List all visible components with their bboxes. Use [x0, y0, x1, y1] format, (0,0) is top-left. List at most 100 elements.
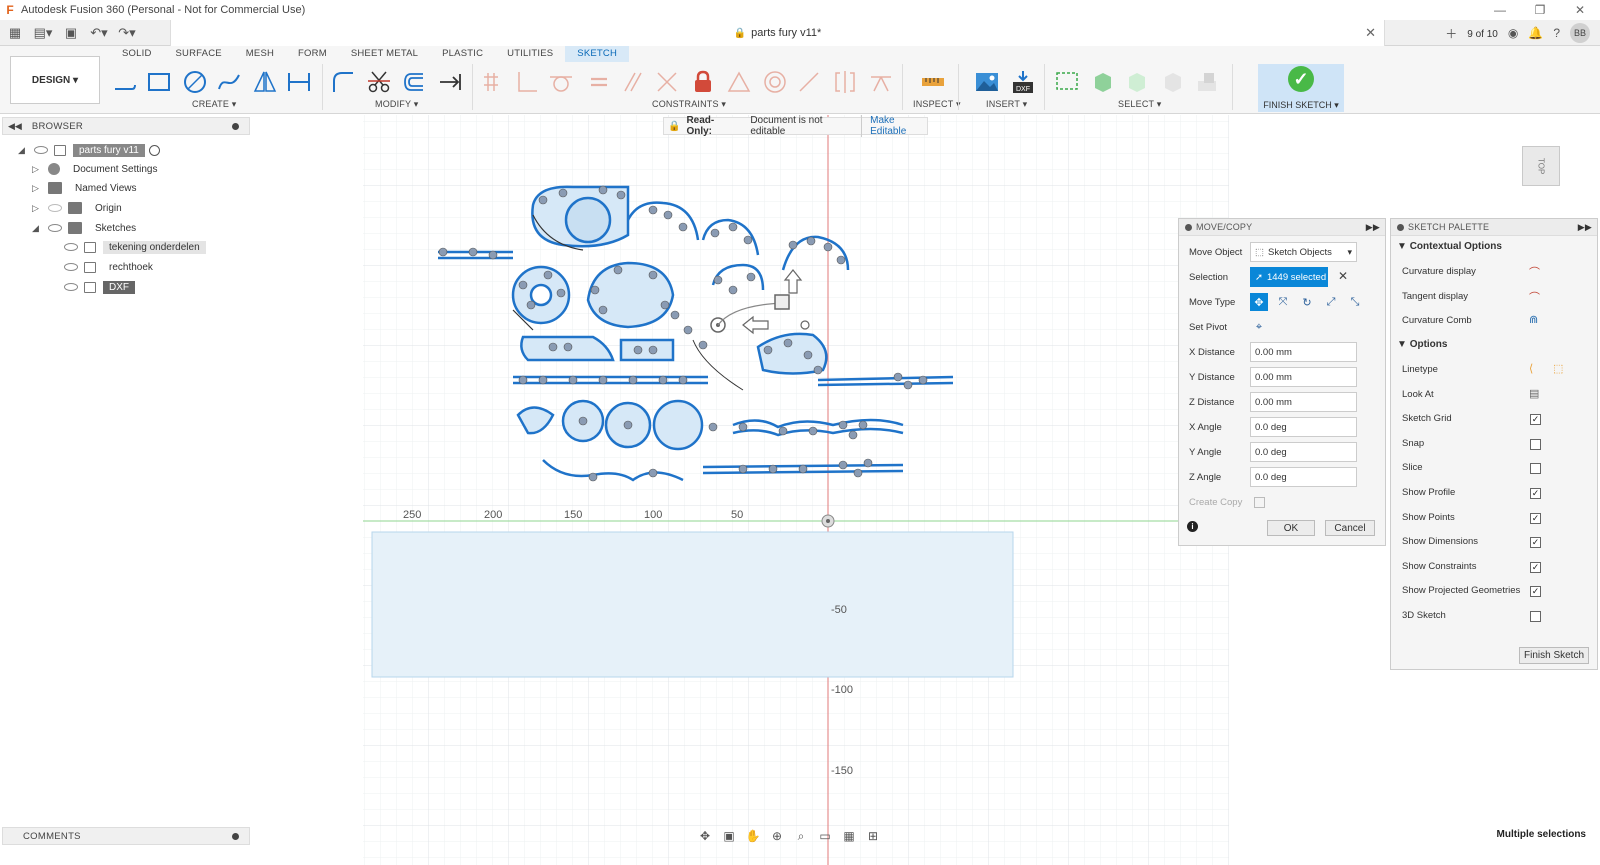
set-pivot-icon[interactable]: ⌖: [1250, 318, 1268, 336]
show-constraints-checkbox[interactable]: ✓: [1530, 562, 1541, 573]
move-object-dropdown[interactable]: ⬚ Sketch Objects: [1250, 242, 1357, 262]
coincident-constraint-icon[interactable]: [512, 68, 542, 96]
options-header[interactable]: ▼ Options: [1397, 339, 1447, 350]
dimension-tool-icon[interactable]: [284, 68, 314, 96]
tangent-display-icon[interactable]: ⌒: [1529, 289, 1540, 305]
tab-mesh[interactable]: MESH: [234, 46, 286, 62]
sketch-grid-checkbox[interactable]: ✓: [1530, 414, 1541, 425]
y-distance-input[interactable]: 0.00 mm: [1250, 367, 1357, 387]
info-icon[interactable]: i: [1187, 521, 1198, 532]
inspect-group-label[interactable]: INSPECT ▾: [913, 99, 961, 110]
visibility-eye-icon[interactable]: [34, 146, 48, 154]
3d-sketch-checkbox[interactable]: [1530, 611, 1541, 622]
offset-tool-icon[interactable]: [399, 68, 429, 96]
viewports-icon[interactable]: ⊞: [863, 829, 883, 843]
visibility-eye-icon[interactable]: [48, 224, 62, 232]
pin-icon[interactable]: [232, 832, 239, 840]
minimize-icon[interactable]: —: [1480, 0, 1520, 20]
workspace-dropdown[interactable]: DESIGN ▾: [10, 56, 100, 104]
construction-linetype-icon[interactable]: ⟨: [1529, 362, 1533, 375]
perpendicular-constraint-icon[interactable]: [652, 68, 682, 96]
insert-image-icon[interactable]: [972, 68, 1002, 96]
pin-icon[interactable]: [232, 122, 239, 130]
browser-root-row[interactable]: ◢ parts fury v11: [18, 140, 160, 160]
make-editable-link[interactable]: Make Editable: [861, 115, 927, 137]
circle-tool-icon[interactable]: [180, 68, 210, 96]
undo-icon[interactable]: ↶▾: [88, 23, 110, 43]
parallel-constraint-icon[interactable]: [618, 68, 648, 96]
view-cube-face-top[interactable]: TOP: [1522, 146, 1560, 186]
visibility-eye-icon[interactable]: [64, 283, 78, 291]
online-status-icon[interactable]: ◉: [1508, 26, 1518, 40]
z-angle-input[interactable]: 0.0 deg: [1250, 467, 1357, 487]
spline-tool-icon[interactable]: [214, 68, 244, 96]
select-body-icon[interactable]: [1088, 68, 1118, 96]
x-distance-input[interactable]: 0.00 mm: [1250, 342, 1357, 362]
expand-triangle-icon[interactable]: ▷: [32, 203, 42, 214]
concentric-constraint-icon[interactable]: [760, 68, 790, 96]
point-to-point-icon[interactable]: ⤢: [1322, 293, 1340, 311]
x-angle-input[interactable]: 0.0 deg: [1250, 417, 1357, 437]
grid-settings-icon[interactable]: ▦: [839, 829, 859, 843]
measure-ruler-icon[interactable]: [918, 68, 948, 96]
close-tab-icon[interactable]: ✕: [1365, 25, 1376, 41]
browser-item-sketches[interactable]: ◢ Sketches: [32, 218, 142, 238]
browser-item-document-settings[interactable]: ▷ Document Settings: [32, 159, 164, 179]
select-group-label[interactable]: SELECT ▾: [1118, 99, 1161, 110]
selection-field[interactable]: ➚ 1449 selected: [1250, 267, 1328, 287]
visibility-eye-icon[interactable]: [64, 263, 78, 271]
help-icon[interactable]: ?: [1553, 26, 1560, 40]
zoom-icon[interactable]: ⊕: [767, 829, 787, 843]
look-at-nav-icon[interactable]: ▣: [719, 829, 739, 843]
file-menu-icon[interactable]: ▤▾: [32, 23, 54, 43]
restore-icon[interactable]: ❐: [1520, 0, 1560, 20]
browser-panel-header[interactable]: ◀◀ BROWSER: [2, 117, 250, 135]
modify-group-label[interactable]: MODIFY ▾: [375, 99, 418, 110]
display-settings-icon[interactable]: ▭: [815, 829, 835, 843]
rectangle-tool-icon[interactable]: [144, 68, 174, 96]
expand-triangle-icon[interactable]: ▷: [32, 164, 42, 175]
y-angle-input[interactable]: 0.0 deg: [1250, 442, 1357, 462]
show-points-checkbox[interactable]: ✓: [1530, 513, 1541, 524]
new-tab-plus-icon[interactable]: ＋: [1445, 25, 1457, 42]
browser-sketch-dxf[interactable]: DXF: [58, 277, 135, 297]
z-distance-input[interactable]: 0.00 mm: [1250, 392, 1357, 412]
avatar[interactable]: BB: [1570, 23, 1590, 43]
expand-triangle-icon[interactable]: ▷: [32, 183, 42, 194]
sketch-palette-header[interactable]: SKETCH PALETTE ▶▶: [1391, 219, 1597, 236]
profile-rectangle[interactable]: [371, 531, 1014, 678]
notifications-bell-icon[interactable]: 🔔: [1528, 26, 1543, 40]
tab-sketch[interactable]: SKETCH: [565, 46, 630, 62]
window-select-icon[interactable]: [1052, 68, 1082, 96]
slice-checkbox[interactable]: [1530, 463, 1541, 474]
look-at-icon[interactable]: ▤: [1529, 387, 1539, 400]
finish-sketch-palette-button[interactable]: Finish Sketch: [1519, 647, 1589, 664]
select-edge-icon[interactable]: [1158, 68, 1188, 96]
close-window-icon[interactable]: ✕: [1560, 0, 1600, 20]
browser-sketch-rechthoek[interactable]: rechthoek: [58, 257, 159, 277]
tab-form[interactable]: FORM: [286, 46, 339, 62]
show-profile-checkbox[interactable]: ✓: [1530, 488, 1541, 499]
insert-group-label[interactable]: INSERT ▾: [986, 99, 1027, 110]
browser-item-origin[interactable]: ▷ Origin: [32, 198, 128, 218]
job-status[interactable]: 9 of 10: [1467, 26, 1498, 40]
curvature-comb-icon[interactable]: ⋒: [1529, 313, 1538, 326]
snap-checkbox[interactable]: [1530, 439, 1541, 450]
collapse-arrows-icon[interactable]: ◀◀: [8, 121, 22, 132]
trim-scissors-icon[interactable]: [364, 68, 394, 96]
doc-tab-active[interactable]: 🔒 parts fury v11* ✕: [170, 20, 1385, 46]
symmetry-constraint-icon[interactable]: [830, 68, 860, 96]
select-face-icon[interactable]: [1122, 68, 1152, 96]
visibility-eye-icon[interactable]: [48, 204, 62, 212]
mirror-tool-icon[interactable]: [250, 68, 280, 96]
fit-zoom-window-icon[interactable]: ⌕: [791, 829, 811, 844]
extend-tool-icon[interactable]: [435, 68, 465, 96]
collinear-constraint-icon[interactable]: [794, 68, 824, 96]
equal-constraint-icon[interactable]: [584, 68, 614, 96]
expand-arrows-icon[interactable]: ▶▶: [1578, 222, 1592, 233]
finish-sketch-button[interactable]: ✓ FINISH SKETCH ▾: [1258, 64, 1344, 112]
tab-sheet-metal[interactable]: SHEET METAL: [339, 46, 430, 62]
insert-dxf-icon[interactable]: DXF: [1008, 68, 1038, 96]
pan-hand-icon[interactable]: ✋: [743, 829, 763, 843]
constraints-group-label[interactable]: CONSTRAINTS ▾: [652, 99, 726, 110]
